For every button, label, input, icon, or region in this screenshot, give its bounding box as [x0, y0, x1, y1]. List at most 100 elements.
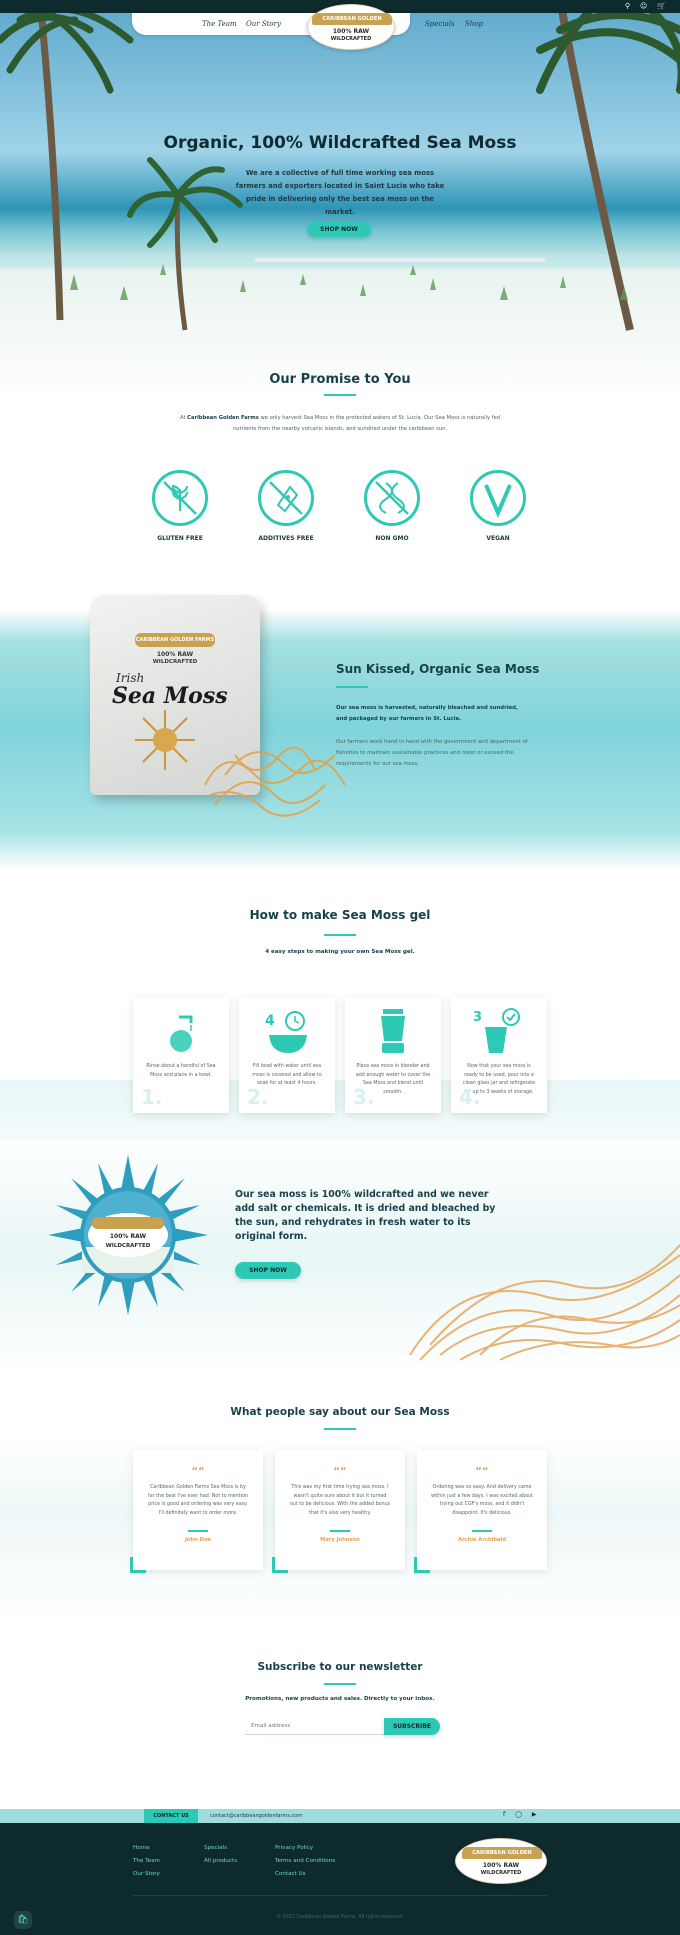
- step-1-text: Rinse about a handful of Sea Moss and pl…: [146, 1064, 216, 1078]
- quote-icon: ““: [475, 1466, 489, 1477]
- pack-line2: WILDCRAFTED: [152, 659, 198, 665]
- header-logo[interactable]: CARIBBEAN GOLDEN FARMS 100% RAW WILDCRAF…: [307, 4, 395, 50]
- footer-link-privacy[interactable]: Privacy Policy: [275, 1845, 313, 1851]
- nav-link-shop[interactable]: Shop: [465, 20, 483, 28]
- hero-subtitle: We are a collective of full time working…: [235, 169, 445, 216]
- hero-shop-now-button[interactable]: SHOP NOW: [307, 222, 371, 237]
- newsletter-title: Subscribe to our newsletter: [257, 1661, 423, 1673]
- step-4-number: 4.: [459, 1085, 481, 1109]
- search-icon[interactable]: ⚲: [625, 2, 630, 10]
- top-icons: ⚲ ☺ 🛒: [625, 2, 666, 10]
- testimonial-3-text: Ordering was so easy. And delivery came …: [431, 1485, 533, 1516]
- card-corner-accent: [130, 1557, 146, 1573]
- youtube-icon[interactable]: ▶: [532, 1811, 537, 1818]
- card-corner-accent: [272, 1557, 288, 1573]
- pack-ribbon: CARIBBEAN GOLDEN FARMS: [135, 633, 215, 647]
- sea-moss-pile-image: [204, 746, 346, 817]
- badge-label-non-gmo: NON GMO: [375, 535, 409, 542]
- newsletter-divider: [324, 1683, 356, 1685]
- step-2-number: 2.: [247, 1085, 269, 1109]
- card-corner-accent: [414, 1557, 430, 1573]
- promise-title: Our Promise to You: [269, 372, 411, 387]
- nav-link-specials[interactable]: Specials: [425, 20, 455, 28]
- product-divider: [336, 686, 368, 688]
- badge-label-gluten-free: GLUTEN FREE: [157, 535, 203, 542]
- hero-title: Organic, 100% Wildcrafted Sea Moss: [163, 133, 517, 153]
- shopify-icon[interactable]: 🛍: [14, 1911, 32, 1929]
- gluten-free-icon: [152, 470, 208, 526]
- svg-text:4: 4: [265, 1013, 275, 1029]
- svg-text:3: 3: [473, 1010, 482, 1025]
- step-3-number: 3.: [353, 1085, 375, 1109]
- footer-link-terms[interactable]: Terms and Conditions: [275, 1858, 335, 1864]
- instagram-icon[interactable]: ◯: [515, 1811, 522, 1818]
- footer-logo-line2: WILDCRAFTED: [480, 1870, 522, 1876]
- step-1-number: 1.: [141, 1085, 163, 1109]
- footer-logo-line1: 100% RAW: [482, 1862, 520, 1869]
- promise-text-suffix: we only harvest Sea Moss in the protecte…: [232, 415, 500, 432]
- step-card-3: Place sea moss in blender and add enough…: [345, 997, 441, 1113]
- footer-link-all-products[interactable]: All products: [204, 1858, 237, 1864]
- soak-timer-icon: 4: [265, 1011, 307, 1053]
- step-card-4: 3 Now that your sea moss is ready to be …: [451, 997, 547, 1113]
- footer: Home The Team Our Story Specials All pro…: [0, 1823, 680, 1935]
- facebook-icon[interactable]: f: [503, 1811, 505, 1818]
- nav-link-our-story[interactable]: Our Story: [246, 20, 281, 28]
- nav-link-the-team[interactable]: The Team: [202, 20, 237, 28]
- testimonial-2-divider: [330, 1530, 350, 1532]
- product-title: Sun Kissed, Organic Sea Moss: [336, 662, 540, 676]
- footer-divider: [133, 1895, 548, 1896]
- badge-label-additives-free: ADDITIVES FREE: [258, 535, 314, 542]
- testimonial-card-3: ““ Ordering was so easy. And delivery ca…: [414, 1450, 547, 1573]
- sun-graphic: [135, 710, 195, 770]
- footer-link-our-story[interactable]: Our Story: [133, 1871, 160, 1877]
- testimonial-1-divider: [188, 1530, 208, 1532]
- contact-us-label: CONTACT US: [144, 1809, 198, 1823]
- footer-link-specials[interactable]: Specials: [204, 1845, 227, 1851]
- howto-divider: [324, 934, 356, 936]
- step-card-1: Rinse about a handful of Sea Moss and pl…: [133, 997, 229, 1113]
- howto-title: How to make Sea Moss gel: [249, 908, 431, 922]
- testimonial-1-name: John Doe: [184, 1537, 212, 1543]
- social-links: f ◯ ▶: [503, 1811, 536, 1818]
- howto-subtitle: 4 easy steps to making your own Sea Moss…: [265, 949, 415, 955]
- testimonial-2-name: Mary Johnson: [320, 1537, 360, 1543]
- copyright: © 2022 Caribbean Golden Farms. All right…: [276, 1915, 404, 1920]
- testimonials-divider: [324, 1428, 356, 1430]
- product-bold-text: Our sea moss is harvested, naturally ble…: [336, 705, 518, 722]
- wild-shop-now-button[interactable]: SHOP NOW: [235, 1262, 301, 1279]
- footer-logo[interactable]: CARIBBEAN GOLDEN FARMS 100% RAW WILDCRAF…: [455, 1838, 547, 1884]
- step-card-2: 4 Fill bowl with water until sea moss is…: [239, 997, 335, 1113]
- email-input[interactable]: [245, 1718, 385, 1735]
- footer-link-contact[interactable]: Contact Us: [275, 1871, 306, 1877]
- jar-check-icon: 3: [473, 1008, 520, 1053]
- additives-free-icon: [258, 470, 314, 526]
- cart-icon[interactable]: 🛒: [657, 2, 666, 10]
- testimonial-3-name: Archie Archibald: [457, 1537, 507, 1543]
- rinse-icon: [170, 1015, 193, 1052]
- blender-icon: [381, 1009, 405, 1053]
- contact-strip: [0, 1809, 680, 1823]
- quote-icon: ““: [333, 1466, 347, 1477]
- promise-brand: Caribbean Golden Farms: [187, 415, 259, 421]
- dried-sea-moss-image: [409, 1244, 680, 1360]
- svg-text:WILDCRAFTED: WILDCRAFTED: [106, 1243, 151, 1249]
- testimonial-3-divider: [472, 1530, 492, 1532]
- testimonial-1-text: Caribbean Golden Farms Sea Moss is by fa…: [148, 1485, 248, 1516]
- user-icon[interactable]: ☺: [640, 2, 647, 10]
- logo-line1: 100% RAW: [332, 28, 370, 35]
- vegan-icon: [470, 470, 526, 526]
- footer-link-the-team[interactable]: The Team: [133, 1858, 160, 1864]
- testimonial-card-1: ““ Caribbean Golden Farms Sea Moss is by…: [130, 1450, 263, 1573]
- promise-divider: [324, 394, 356, 396]
- testimonials-title: What people say about our Sea Moss: [230, 1406, 450, 1418]
- logo-line2: WILDCRAFTED: [330, 36, 372, 42]
- subscribe-button[interactable]: SUBSCRIBE: [384, 1718, 440, 1735]
- footer-link-home[interactable]: Home: [133, 1845, 150, 1851]
- testimonial-2-text: This was my first time trying sea moss. …: [289, 1485, 391, 1516]
- contact-email[interactable]: contact@caribbeangoldenfarms.com: [210, 1813, 302, 1819]
- newsletter-subtitle: Promotions, new products and sales. Dire…: [245, 1696, 435, 1702]
- non-gmo-icon: [364, 470, 420, 526]
- sun-badge-icon: 100% RAW WILDCRAFTED: [48, 1155, 208, 1315]
- promise-text: At Caribbean Golden Farms we only harves…: [175, 413, 505, 435]
